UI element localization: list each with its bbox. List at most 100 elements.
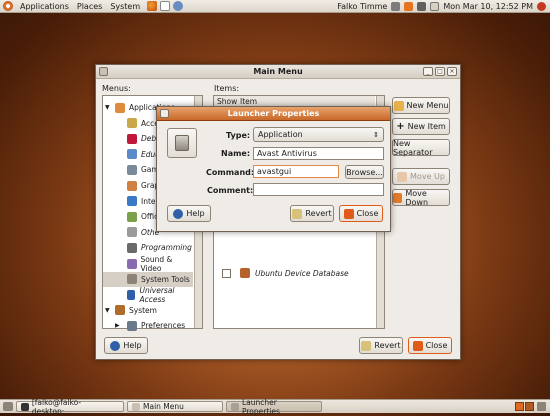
menus-label: Menus: [102, 84, 131, 93]
ubuntu-logo-icon[interactable] [3, 1, 13, 11]
main-menu-title: Main Menu [253, 67, 303, 76]
move-down-button[interactable]: Move Down [392, 189, 450, 207]
select-arrows-icon: ⇕ [373, 130, 379, 139]
expander-down-icon[interactable]: ▼ [105, 307, 110, 314]
command-label: Command: [206, 168, 255, 177]
tree-item[interactable]: System Tools [103, 271, 193, 287]
menu-places[interactable]: Places [73, 2, 106, 11]
tree-item-label: System Tools [141, 274, 190, 284]
help-circle-icon [173, 208, 184, 219]
bottom-panel: [falko@falko-desktop:... Main Menu Launc… [0, 398, 550, 416]
tree-item[interactable]: Sound & Video [103, 254, 193, 273]
launcher-titlebar[interactable]: Launcher Properties [157, 107, 390, 121]
new-separator-button[interactable]: New Separator [392, 139, 450, 157]
graphics-icon [127, 180, 137, 191]
revert-button[interactable]: Revert [359, 337, 403, 354]
tree-item[interactable]: Programming [103, 240, 193, 255]
user-name[interactable]: Falko Timme [337, 2, 387, 11]
new-menu-button[interactable]: New Menu [392, 97, 450, 114]
programming-icon [127, 242, 137, 253]
down-arrow-icon [393, 192, 403, 203]
menu-editor-icon [132, 402, 140, 411]
item-column-header[interactable]: Item [240, 97, 257, 106]
accessories-icon [127, 118, 137, 129]
tree-item-label: System [129, 305, 157, 315]
close-button[interactable]: Close [408, 337, 452, 354]
new-item-button[interactable]: + New Item [392, 118, 450, 135]
revert-icon [361, 340, 372, 351]
show-desktop-icon[interactable] [3, 402, 13, 411]
list-item-label: Ubuntu Device Database [255, 268, 349, 278]
close-window-button[interactable]: × [447, 67, 457, 76]
type-label: Type: [226, 131, 251, 140]
comment-field[interactable] [253, 183, 384, 196]
workspace-2[interactable] [525, 402, 534, 411]
mail-notify-icon[interactable] [430, 1, 440, 11]
launcher-help-button[interactable]: Help [167, 205, 211, 222]
name-field[interactable]: Avast Antivirus [253, 147, 384, 160]
type-select-value: Application [258, 130, 303, 139]
help-icon[interactable] [173, 1, 184, 11]
firefox-icon[interactable] [147, 1, 158, 11]
terminal-icon [21, 402, 29, 411]
other-icon [127, 227, 137, 238]
clock[interactable]: Mon Mar 10, 12:52 PM [443, 2, 533, 11]
browse-button[interactable]: Browse... [345, 165, 384, 179]
tree-item-label: Programming [141, 243, 192, 253]
workspace-1[interactable] [515, 402, 524, 411]
mail-icon[interactable] [160, 1, 171, 11]
tree-item-label: Preferences [141, 321, 186, 331]
close-x-icon [343, 208, 354, 219]
show-checkbox[interactable] [222, 268, 231, 278]
menu-system[interactable]: System [106, 2, 144, 11]
name-label: Name: [221, 149, 251, 158]
applications-icon [115, 102, 125, 113]
plus-icon: + [396, 121, 405, 132]
workspace-switcher[interactable] [515, 402, 546, 411]
education-icon [127, 149, 137, 160]
tree-item-label: Universal Access [139, 285, 175, 304]
task-terminal[interactable]: [falko@falko-desktop:... [16, 398, 124, 416]
network-icon[interactable] [391, 1, 401, 11]
task-main-menu[interactable]: Main Menu [127, 401, 223, 412]
launcher-icon-button[interactable] [167, 128, 197, 158]
tree-item-label: Sound & Video [140, 254, 173, 273]
help-button[interactable]: Help [104, 337, 148, 354]
launcher-revert-button[interactable]: Revert [290, 205, 334, 222]
show-column-header[interactable]: Show [214, 97, 240, 106]
system-tools-icon [127, 274, 137, 285]
volume-icon[interactable] [417, 1, 427, 11]
device-database-icon [240, 268, 250, 278]
expander-down-icon[interactable]: ▼ [105, 104, 110, 111]
task-launcher-properties[interactable]: Launcher Properties [226, 398, 322, 416]
tree-item[interactable]: Universal Access [103, 285, 193, 304]
internet-icon [127, 196, 137, 207]
type-select[interactable]: Application ⇕ [253, 127, 384, 142]
debian-icon [127, 133, 137, 144]
launcher-close-button[interactable]: Close [339, 205, 383, 222]
launcher-properties-dialog: Launcher Properties Type: Application ⇕ … [156, 106, 391, 232]
launcher-icon [231, 402, 239, 411]
system-icon [115, 305, 125, 316]
sound-video-icon [127, 258, 137, 269]
move-up-button[interactable]: Move Up [392, 168, 450, 185]
update-icon[interactable] [404, 1, 414, 11]
tree-item[interactable]: ▶ Preferences [103, 318, 193, 333]
new-menu-icon [393, 100, 404, 111]
maximize-button[interactable]: □ [435, 67, 445, 76]
tree-item[interactable]: ▼ System [103, 303, 193, 318]
launcher-title: Launcher Properties [227, 109, 320, 118]
games-icon [127, 164, 137, 175]
minimize-button[interactable]: _ [423, 67, 433, 76]
power-icon[interactable] [537, 1, 546, 11]
trash-icon[interactable] [537, 402, 546, 411]
office-icon [127, 211, 137, 222]
items-label: Items: [214, 84, 240, 93]
command-field[interactable]: avastgui [253, 165, 339, 178]
expander-right-icon[interactable]: ▶ [115, 322, 120, 329]
menu-applications[interactable]: Applications [16, 2, 73, 11]
close-x-icon [412, 340, 423, 351]
list-item[interactable]: Ubuntu Device Database [214, 266, 375, 280]
preferences-icon [127, 320, 137, 331]
main-menu-titlebar[interactable]: Main Menu _ □ × [96, 65, 460, 79]
